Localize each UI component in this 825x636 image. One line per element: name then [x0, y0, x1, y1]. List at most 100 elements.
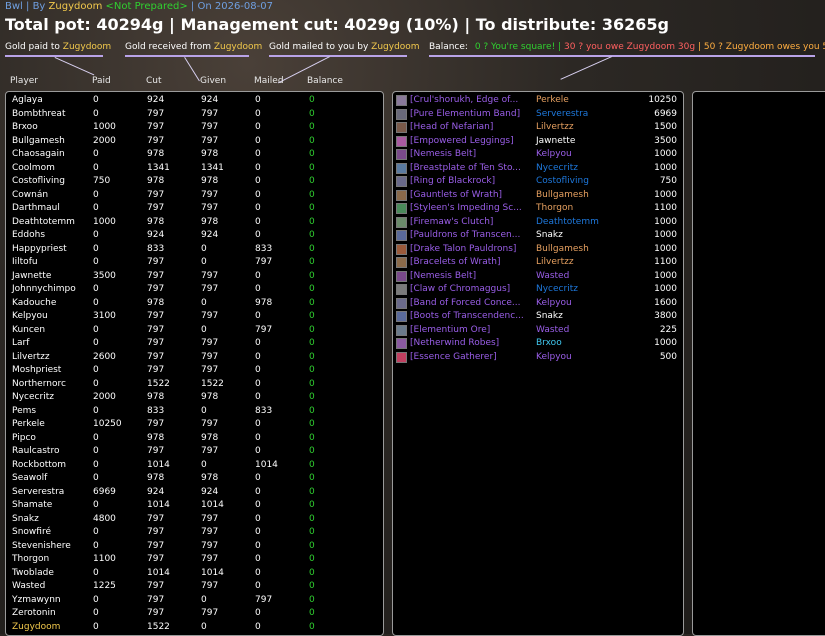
loot-row[interactable]: [Crul'shorukh, Edge of... Perkele 10250 [393, 94, 683, 107]
player-row[interactable]: Kelpyou 3100 797 797 0 0 [6, 310, 383, 323]
player-row[interactable]: Bullgamesh 2000 797 797 0 0 [6, 135, 383, 148]
bracer-icon[interactable] [396, 257, 407, 268]
player-row[interactable]: Kuncen 0 797 0 797 0 [6, 324, 383, 337]
loot-row[interactable]: [Boots of Transcendenc... Snakz 3800 [393, 310, 683, 323]
player-row[interactable]: Pems 0 833 0 833 0 [6, 405, 383, 418]
loot-item-link[interactable]: [Band of Forced Conce... [410, 297, 530, 310]
belt-icon[interactable] [396, 149, 407, 160]
shoulder-icon[interactable] [396, 243, 407, 255]
player-row[interactable]: Shamate 0 1014 1014 0 0 [6, 499, 383, 512]
loot-item-link[interactable]: [Head of Nefarian] [410, 121, 530, 134]
player-row[interactable]: Raulcastro 0 797 797 0 0 [6, 445, 383, 458]
ring-icon[interactable] [396, 297, 407, 309]
player-row[interactable]: Lilvertzz 2600 797 797 0 0 [6, 351, 383, 364]
player-row[interactable]: Perkele 10250 797 797 0 0 [6, 418, 383, 431]
loot-row[interactable]: [Band of Forced Conce... Kelpyou 1600 [393, 297, 683, 310]
loot-item-link[interactable]: [Nemesis Belt] [410, 148, 530, 161]
scarab-icon[interactable] [396, 203, 407, 214]
loot-item-link[interactable]: [Essence Gatherer] [410, 351, 530, 364]
player-row[interactable]: Kadouche 0 978 0 978 0 [6, 297, 383, 310]
boots-icon[interactable] [396, 311, 407, 322]
player-row[interactable]: Northernorc 0 1522 1522 0 0 [6, 378, 383, 391]
loot-row[interactable]: [Bracelets of Wrath] Lilvertzz 1100 [393, 256, 683, 269]
loot-row[interactable]: [Essence Gatherer] Kelpyou 500 [393, 351, 683, 364]
loot-row[interactable]: [Elementium Ore] Wasted 225 [393, 324, 683, 337]
loot-list-panel[interactable]: [Crul'shorukh, Edge of... Perkele 10250 [Pu… [392, 91, 684, 636]
loot-item-link[interactable]: [Boots of Transcendenc... [410, 310, 530, 323]
chest-icon[interactable] [396, 162, 407, 174]
player-row[interactable]: Zugydoom 0 1522 0 0 0 [6, 621, 383, 634]
player-row[interactable]: Zerotonin 0 797 797 0 0 [6, 607, 383, 620]
loot-item-link[interactable]: [Gauntlets of Wrath] [410, 189, 530, 202]
leggings-icon[interactable] [396, 135, 407, 147]
loot-row[interactable]: [Nemesis Belt] Kelpyou 1000 [393, 148, 683, 161]
ring-icon[interactable] [396, 108, 407, 120]
loot-item-link[interactable]: [Pure Elementium Band] [410, 108, 530, 121]
loot-item-link[interactable]: [Breastplate of Ten Sto... [410, 162, 530, 175]
loot-item-link[interactable]: [Netherwind Robes] [410, 337, 530, 350]
player-row[interactable]: Eddohs 0 924 924 0 0 [6, 229, 383, 242]
leader-name[interactable]: Zugydoom [49, 1, 103, 12]
player-row[interactable]: Snowfiré 0 797 797 0 0 [6, 526, 383, 539]
belt-icon[interactable] [396, 270, 407, 282]
player-row[interactable]: Wasted 1225 797 797 0 0 [6, 580, 383, 593]
loot-row[interactable]: [Drake Talon Pauldrons] Bullgamesh 1000 [393, 243, 683, 256]
player-row[interactable]: Johnnychimpo 0 797 797 0 0 [6, 283, 383, 296]
axe-icon[interactable] [396, 95, 407, 106]
player-row[interactable]: Coolmom 0 1341 1341 0 0 [6, 162, 383, 175]
loot-row[interactable]: [Nemesis Belt] Wasted 1000 [393, 270, 683, 283]
player-row[interactable]: Serverestra 6969 924 924 0 0 [6, 486, 383, 499]
loot-item-link[interactable]: [Ring of Blackrock] [410, 175, 530, 188]
player-row[interactable]: Costofliving 750 978 978 0 0 [6, 175, 383, 188]
player-row[interactable]: Seawolf 0 978 978 0 0 [6, 472, 383, 485]
loot-row[interactable]: [Netherwind Robes] Brxoo 1000 [393, 337, 683, 350]
ore-icon[interactable] [396, 324, 407, 336]
gauntlets-icon[interactable] [396, 189, 407, 201]
loot-row[interactable]: [Breastplate of Ten Sto... Nycecritz 1000 [393, 162, 683, 175]
player-row[interactable]: Bombthreat 0 797 797 0 0 [6, 108, 383, 121]
player-row[interactable]: Jawnette 3500 797 797 0 0 [6, 270, 383, 283]
loot-item-link[interactable]: [Empowered Leggings] [410, 135, 530, 148]
loot-item-link[interactable]: [Firemaw's Clutch] [410, 216, 530, 229]
player-row[interactable]: Deathtotemm 1000 978 978 0 0 [6, 216, 383, 229]
loot-item-link[interactable]: [Bracelets of Wrath] [410, 256, 530, 269]
wand-icon[interactable] [396, 351, 407, 363]
robe-icon[interactable] [396, 338, 407, 349]
loot-row[interactable]: [Empowered Leggings] Jawnette 3500 [393, 135, 683, 148]
player-row[interactable]: Pipco 0 978 978 0 0 [6, 432, 383, 445]
player-table-panel[interactable]: Aglaya 0 924 924 0 0 Bombthreat 0 797 797 0 0 Brxoo 1… [5, 91, 384, 636]
loot-item-link[interactable]: [Claw of Chromaggus] [410, 283, 530, 296]
loot-row[interactable]: [Styleen's Impeding Sc... Thorgon 1100 [393, 202, 683, 215]
belt-icon[interactable] [396, 216, 407, 228]
loot-row[interactable]: [Gauntlets of Wrath] Bullgamesh 1000 [393, 189, 683, 202]
player-row[interactable]: Thorgon 1100 797 797 0 0 [6, 553, 383, 566]
loot-row[interactable]: [Head of Nefarian] Lilvertzz 1500 [393, 121, 683, 134]
player-row[interactable]: Rockbottom 0 1014 0 1014 0 [6, 459, 383, 472]
loot-row[interactable]: [Firemaw's Clutch] Deathtotemm 1000 [393, 216, 683, 229]
loot-item-link[interactable]: [Nemesis Belt] [410, 270, 530, 283]
player-row[interactable]: Twoblade 0 1014 1014 0 0 [6, 567, 383, 580]
loot-item-link[interactable]: [Styleen's Impeding Sc... [410, 202, 530, 215]
player-row[interactable]: Darthmaul 0 797 797 0 0 [6, 202, 383, 215]
loot-row[interactable]: [Claw of Chromaggus] Nycecritz 1000 [393, 283, 683, 296]
player-row[interactable]: Yzmawynn 0 797 0 797 0 [6, 594, 383, 607]
player-row[interactable]: Snakz 4800 797 797 0 0 [6, 513, 383, 526]
player-row[interactable]: Nycecritz 2000 978 978 0 0 [6, 391, 383, 404]
loot-item-link[interactable]: [Drake Talon Pauldrons] [410, 243, 530, 256]
loot-item-link[interactable]: [Crul'shorukh, Edge of... [410, 94, 530, 107]
loot-row[interactable]: [Ring of Blackrock] Costofliving 750 [393, 175, 683, 188]
player-row[interactable]: Brxoo 1000 797 797 0 0 [6, 121, 383, 134]
player-row[interactable]: Aglaya 0 924 924 0 0 [6, 94, 383, 107]
claw-icon[interactable] [396, 284, 407, 295]
loot-item-link[interactable]: [Pauldrons of Transcen... [410, 229, 530, 242]
loot-row[interactable]: [Pure Elementium Band] Serverestra 6969 [393, 108, 683, 121]
loot-item-link[interactable]: [Elementium Ore] [410, 324, 530, 337]
player-row[interactable]: Moshpriest 0 797 797 0 0 [6, 364, 383, 377]
player-row[interactable]: Stevenishere 0 797 797 0 0 [6, 540, 383, 553]
loot-row[interactable]: [Pauldrons of Transcen... Snakz 1000 [393, 229, 683, 242]
shoulder-icon[interactable] [396, 230, 407, 241]
player-row[interactable]: Cownán 0 797 797 0 0 [6, 189, 383, 202]
player-row[interactable]: Iiltofu 0 797 0 797 0 [6, 256, 383, 269]
head-icon[interactable] [396, 122, 407, 133]
ring-icon[interactable] [396, 176, 407, 187]
